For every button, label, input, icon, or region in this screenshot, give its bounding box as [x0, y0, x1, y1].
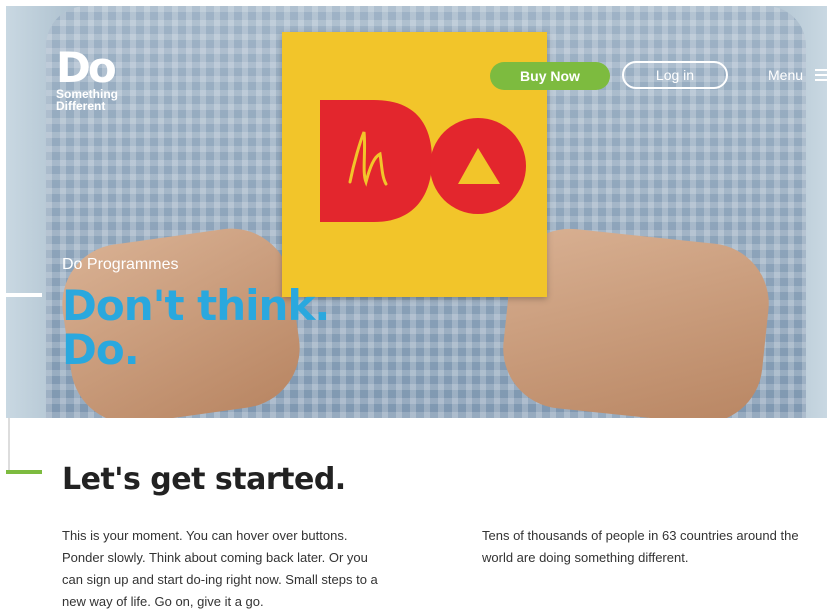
- menu-label: Menu: [768, 67, 804, 83]
- brand-logo[interactable]: Do Something Different: [56, 43, 118, 113]
- menu-toggle[interactable]: Menu: [768, 66, 832, 84]
- intro-paragraph: This is your moment. You can hover over …: [62, 528, 378, 609]
- logo-tagline-line2: Different: [56, 99, 106, 113]
- hero-eyebrow: Do Programmes: [62, 256, 179, 273]
- hamburger-icon: [815, 66, 832, 84]
- hero-accent-dash: [6, 293, 42, 297]
- logo-mark: Do: [56, 43, 117, 92]
- section-divider: [8, 418, 10, 474]
- section-heading: Let's get started.: [62, 462, 346, 497]
- section-accent-dash: [6, 470, 42, 474]
- hero-title-line2: Do.: [62, 325, 140, 374]
- stats-paragraph: Tens of thousands of people in 63 countr…: [482, 528, 799, 565]
- hero-title-line1: Don't think.: [62, 281, 330, 330]
- log-in-button[interactable]: Log in: [622, 61, 728, 89]
- hero-title: Don't think. Do.: [62, 281, 330, 374]
- buy-now-button[interactable]: Buy Now: [490, 62, 610, 90]
